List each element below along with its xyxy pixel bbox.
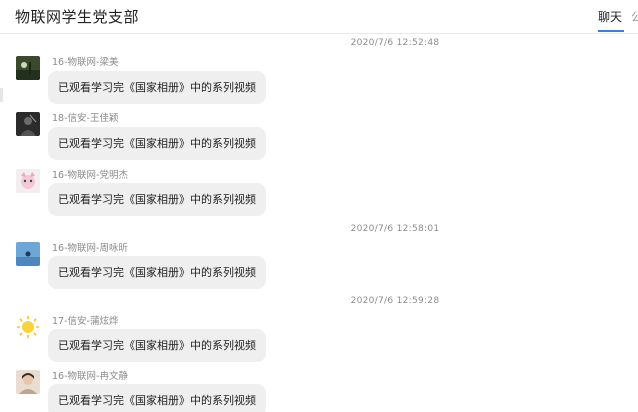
active-tab-indicator	[598, 30, 624, 32]
tab-announcement[interactable]: 公	[631, 8, 638, 25]
sender-name: 16-物联网-党明杰	[52, 170, 128, 181]
blue-sky-avatar[interactable]	[16, 242, 40, 266]
message-bubble[interactable]: 已观看学习完《国家相册》中的系列视频	[48, 384, 266, 412]
message-timestamp: 2020/7/6 12:59:28	[350, 296, 440, 306]
group-title: 物联网学生党支部	[15, 8, 140, 26]
sender-name: 16-物联网-冉文静	[52, 371, 128, 382]
sender-name: 18-信安-王佳颖	[52, 113, 119, 124]
message-timestamp: 2020/7/6 12:58:01	[350, 224, 440, 234]
message-bubble[interactable]: 已观看学习完《国家相册》中的系列视频	[48, 183, 266, 216]
chat-window: 物联网学生党支部 聊天 公 2020/7/6 12:52:48 16-物联网-梁…	[0, 0, 638, 412]
sender-name: 16-物联网-梁美	[52, 57, 119, 68]
message-bubble[interactable]: 已观看学习完《国家相册》中的系列视频	[48, 329, 266, 362]
message-list[interactable]: 2020/7/6 12:52:48 16-物联网-梁美 已观看学习完《国家相册》…	[0, 34, 638, 412]
chat-header: 物联网学生党支部 聊天 公	[0, 0, 638, 34]
message-bubble[interactable]: 已观看学习完《国家相册》中的系列视频	[48, 127, 266, 160]
dark-landscape-avatar[interactable]	[16, 56, 40, 80]
sender-name: 17-信安-蒲炫烨	[52, 316, 119, 327]
message-timestamp: 2020/7/6 12:52:48	[350, 38, 440, 48]
message-bubble[interactable]: 已观看学习完《国家相册》中的系列视频	[48, 71, 266, 104]
cartoon-avatar[interactable]	[16, 169, 40, 193]
dark-figure-avatar[interactable]	[16, 112, 40, 136]
sender-name: 16-物联网-周咏昕	[52, 243, 128, 254]
tab-chat[interactable]: 聊天	[598, 8, 622, 25]
sun-avatar[interactable]	[16, 315, 40, 339]
portrait-avatar[interactable]	[16, 370, 40, 394]
message-bubble[interactable]: 已观看学习完《国家相册》中的系列视频	[48, 256, 266, 289]
